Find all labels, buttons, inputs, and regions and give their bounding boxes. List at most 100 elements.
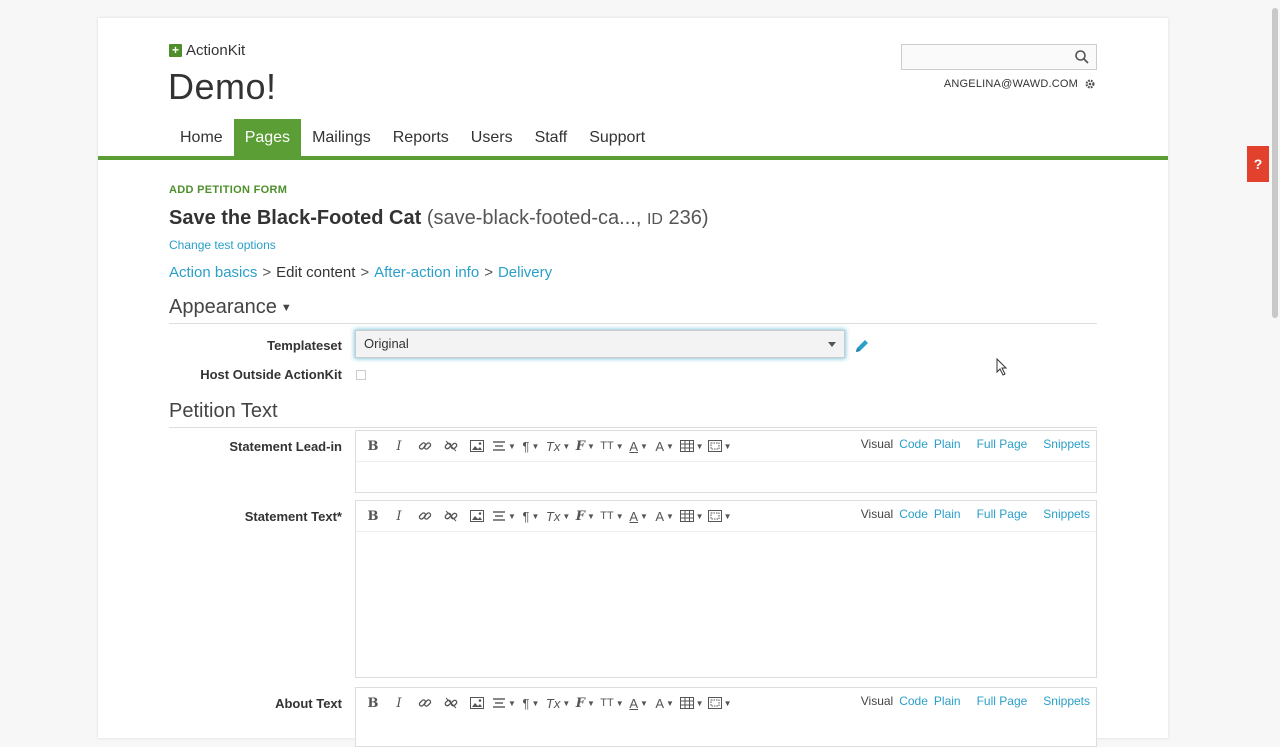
editor-text-area[interactable]	[356, 461, 1096, 492]
paragraph-icon[interactable]: ¶ ▼	[520, 692, 542, 714]
align-icon[interactable]: ▼	[492, 505, 516, 527]
snippets-link[interactable]: Snippets	[1043, 437, 1090, 451]
appearance-section-header[interactable]: Appearance ▼	[169, 296, 1097, 324]
paragraph-icon[interactable]: ¶ ▼	[520, 505, 542, 527]
widget-icon[interactable]: ▼	[707, 505, 732, 527]
page-card: + ActionKit Demo! ANGELINA@WAWD.COM Home…	[98, 18, 1168, 747]
italic-button[interactable]: I	[388, 435, 410, 457]
editor-modes: Visual Code Plain Full Page Snippets	[861, 437, 1090, 451]
collapse-triangle-icon[interactable]: ▼	[281, 302, 292, 314]
user-menu[interactable]: ANGELINA@WAWD.COM	[944, 78, 1096, 90]
pencil-icon[interactable]	[853, 337, 871, 355]
unlink-icon[interactable]	[440, 435, 462, 457]
image-icon[interactable]	[466, 505, 488, 527]
gear-icon[interactable]	[1084, 78, 1096, 90]
bold-button[interactable]: B	[362, 692, 384, 714]
mode-plain[interactable]: Plain	[934, 507, 961, 521]
search-icon[interactable]	[1074, 49, 1090, 65]
templateset-select[interactable]: Original	[355, 330, 845, 358]
clear-format-icon[interactable]: Tx ▼	[546, 435, 570, 457]
search-box[interactable]	[901, 44, 1097, 70]
crumb-separator: >	[484, 264, 493, 281]
mode-plain[interactable]: Plain	[934, 694, 961, 708]
font-family-icon[interactable]: F ▼	[574, 692, 596, 714]
nav-mailings[interactable]: Mailings	[301, 119, 382, 157]
paragraph-icon[interactable]: ¶ ▼	[520, 435, 542, 457]
mouse-cursor-icon	[996, 358, 1008, 376]
nav-pages[interactable]: Pages	[233, 119, 302, 157]
mode-plain[interactable]: Plain	[934, 437, 961, 451]
crumb-after-action-info[interactable]: After-action info	[374, 264, 479, 281]
table-icon[interactable]: ▼	[679, 435, 704, 457]
crumb-separator: >	[262, 264, 272, 281]
italic-button[interactable]: I	[388, 692, 410, 714]
actionkit-logo[interactable]: + ActionKit	[169, 42, 245, 59]
widget-icon[interactable]: ▼	[707, 692, 732, 714]
mode-visual[interactable]: Visual	[861, 437, 893, 451]
clear-format-icon[interactable]: Tx ▼	[546, 505, 570, 527]
statement-text-label: Statement Text*	[244, 509, 342, 524]
nav-support[interactable]: Support	[578, 119, 656, 157]
snippets-link[interactable]: Snippets	[1043, 694, 1090, 708]
font-size-icon[interactable]: TT ▼	[600, 435, 623, 457]
unlink-icon[interactable]	[440, 692, 462, 714]
link-icon[interactable]	[414, 692, 436, 714]
nav-reports[interactable]: Reports	[382, 119, 460, 157]
background-color-icon[interactable]: A ▼	[654, 435, 676, 457]
mode-code[interactable]: Code	[899, 437, 928, 451]
image-icon[interactable]	[466, 435, 488, 457]
mode-full-page[interactable]: Full Page	[977, 507, 1028, 521]
nav-home[interactable]: Home	[169, 119, 234, 157]
clear-format-icon[interactable]: Tx ▼	[546, 692, 570, 714]
mode-code[interactable]: Code	[899, 694, 928, 708]
text-color-icon[interactable]: A ▼	[628, 435, 650, 457]
bold-button[interactable]: B	[362, 435, 384, 457]
plus-icon: +	[169, 44, 182, 57]
editor-toolbar: B I ▼ ¶ ▼ Tx ▼ F ▼ TT ▼ A ▼ A ▼ ▼ ▼ Visual Cod…	[356, 501, 1096, 531]
font-size-icon[interactable]: TT ▼	[600, 692, 623, 714]
text-color-icon[interactable]: A ▼	[628, 692, 650, 714]
editor-toolbar: B I ▼ ¶ ▼ Tx ▼ F ▼ TT ▼ A ▼ A ▼ ▼ ▼ Visual Cod…	[356, 431, 1096, 461]
link-icon[interactable]	[414, 505, 436, 527]
change-test-options-link[interactable]: Change test options	[169, 238, 276, 252]
snippets-link[interactable]: Snippets	[1043, 507, 1090, 521]
search-input[interactable]	[902, 45, 1062, 69]
mode-visual[interactable]: Visual	[861, 694, 893, 708]
mode-full-page[interactable]: Full Page	[977, 694, 1028, 708]
bold-button[interactable]: B	[362, 505, 384, 527]
appearance-heading[interactable]: Appearance	[169, 296, 277, 318]
font-size-icon[interactable]: TT ▼	[600, 505, 623, 527]
align-icon[interactable]: ▼	[492, 692, 516, 714]
nav-users[interactable]: Users	[460, 119, 524, 157]
mode-full-page[interactable]: Full Page	[977, 437, 1028, 451]
italic-button[interactable]: I	[388, 505, 410, 527]
statement-lead-in-editor: B I ▼ ¶ ▼ Tx ▼ F ▼ TT ▼ A ▼ A ▼ ▼ ▼ Visual Cod…	[355, 430, 1097, 493]
host-outside-checkbox[interactable]	[356, 370, 366, 380]
editor-text-area[interactable]	[356, 531, 1096, 677]
user-email[interactable]: ANGELINA@WAWD.COM	[944, 78, 1078, 90]
mode-visual[interactable]: Visual	[861, 507, 893, 521]
host-outside-label: Host Outside ActionKit	[200, 367, 342, 382]
crumb-delivery[interactable]: Delivery	[498, 264, 552, 281]
widget-icon[interactable]: ▼	[707, 435, 732, 457]
unlink-icon[interactable]	[440, 505, 462, 527]
crumb-action-basics[interactable]: Action basics	[169, 264, 257, 281]
table-icon[interactable]: ▼	[679, 505, 704, 527]
background-color-icon[interactable]: A ▼	[654, 692, 676, 714]
font-family-icon[interactable]: F ▼	[574, 435, 596, 457]
page-slug: (save-black-footed-ca..., ID 236)	[426, 207, 709, 229]
table-icon[interactable]: ▼	[679, 692, 704, 714]
link-icon[interactable]	[414, 435, 436, 457]
chevron-down-icon[interactable]	[828, 342, 836, 347]
background-color-icon[interactable]: A ▼	[654, 505, 676, 527]
crumb-edit-content: Edit content	[276, 264, 356, 281]
scrollbar[interactable]	[1272, 8, 1278, 318]
main-nav: Home Pages Mailings Reports Users Staff …	[169, 119, 656, 157]
align-icon[interactable]: ▼	[492, 435, 516, 457]
font-family-icon[interactable]: F ▼	[574, 505, 596, 527]
text-color-icon[interactable]: A ▼	[628, 505, 650, 527]
mode-code[interactable]: Code	[899, 507, 928, 521]
help-tab[interactable]: ?	[1247, 146, 1269, 182]
nav-staff[interactable]: Staff	[524, 119, 579, 157]
image-icon[interactable]	[466, 692, 488, 714]
